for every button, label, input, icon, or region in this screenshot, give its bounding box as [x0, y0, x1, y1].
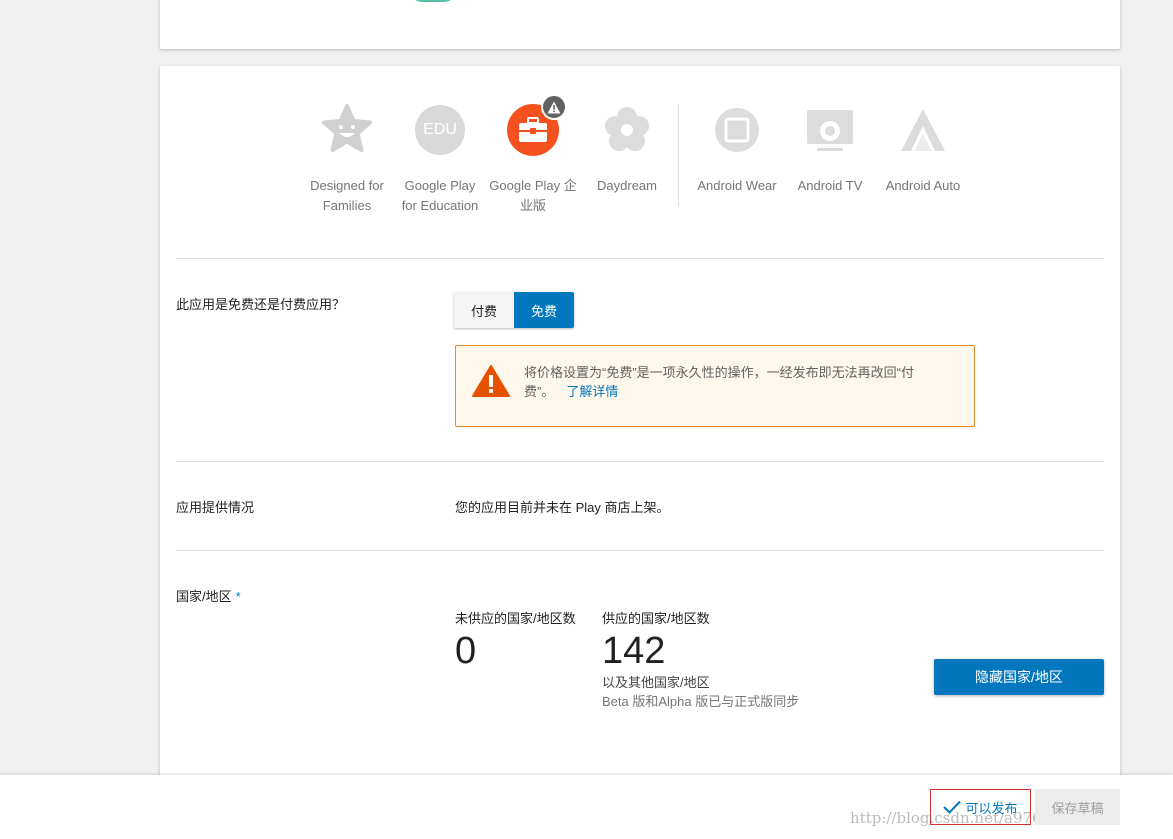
tv-icon	[802, 102, 858, 158]
tile-android-wear[interactable]: Android Wear	[690, 102, 784, 196]
ready-to-publish-button[interactable]: 可以发布	[930, 789, 1031, 825]
checkmark-icon	[943, 800, 962, 817]
watch-icon	[709, 102, 765, 158]
unavailable-label: 未供应的国家/地区数	[455, 611, 576, 626]
partial-graphic	[410, 0, 456, 2]
section-divider	[176, 550, 1104, 551]
pricing-label: 此应用是免费还是付费应用？	[176, 297, 346, 312]
previous-section-card	[160, 0, 1120, 49]
countries-label: 国家/地区 *	[176, 589, 241, 604]
unavailable-countries-stat: 未供应的国家/地区数 0	[455, 608, 576, 673]
track-sync-note: Beta 版和Alpha 版已与正式版同步	[602, 694, 800, 709]
tile-android-tv[interactable]: Android TV	[783, 102, 877, 196]
warning-triangle-icon	[472, 364, 510, 403]
required-marker: *	[235, 589, 241, 604]
tile-google-play-enterprise[interactable]: Google Play 企业版	[486, 94, 580, 216]
available-countries-stat: 供应的国家/地区数 142 以及其他国家/地区 Beta 版和Alpha 版已与…	[602, 608, 799, 711]
paid-option[interactable]: 付费	[454, 292, 514, 328]
program-tiles: Designed for Families EDU Google Play for …	[300, 94, 983, 222]
tile-android-auto[interactable]: Android Auto	[876, 102, 970, 196]
unavailable-count: 0	[455, 630, 477, 672]
edu-icon: EDU	[412, 102, 468, 158]
save-draft-button[interactable]: 保存草稿	[1035, 789, 1120, 825]
available-count: 142	[602, 630, 666, 672]
free-warning-alert: 将价格设置为“免费”是一项永久性的操作，一经发布即无法再改回“付费”。 了解详情	[455, 345, 975, 427]
briefcase-icon	[505, 94, 567, 158]
pricing-toggle: 付费 免费	[454, 292, 574, 328]
availability-label: 应用提供情况	[176, 500, 255, 515]
daydream-icon	[599, 102, 655, 158]
section-divider	[176, 258, 1104, 259]
available-label: 供应的国家/地区数	[602, 611, 710, 626]
available-sub: 以及其他国家/地区	[602, 675, 710, 690]
pricing-distribution-card: Designed for Families EDU Google Play for …	[160, 66, 1120, 786]
learn-more-link[interactable]: 了解详情	[566, 384, 618, 399]
action-footer: http://blog.csdn.net/a976112643 可以发布 保存草…	[0, 775, 1173, 839]
star-face-icon	[319, 102, 375, 158]
tile-designed-for-families[interactable]: Designed for Families	[300, 102, 394, 216]
tile-divider	[678, 104, 679, 206]
warning-badge-icon	[541, 94, 567, 120]
availability-status: 您的应用目前并未在 Play 商店上架。	[455, 500, 670, 515]
tile-daydream[interactable]: Daydream	[580, 102, 674, 196]
tile-google-play-education[interactable]: EDU Google Play for Education	[393, 102, 487, 216]
auto-icon	[895, 102, 951, 158]
free-option[interactable]: 免费	[514, 292, 574, 328]
section-divider	[176, 461, 1104, 462]
hide-countries-button[interactable]: 隐藏国家/地区	[934, 659, 1104, 695]
